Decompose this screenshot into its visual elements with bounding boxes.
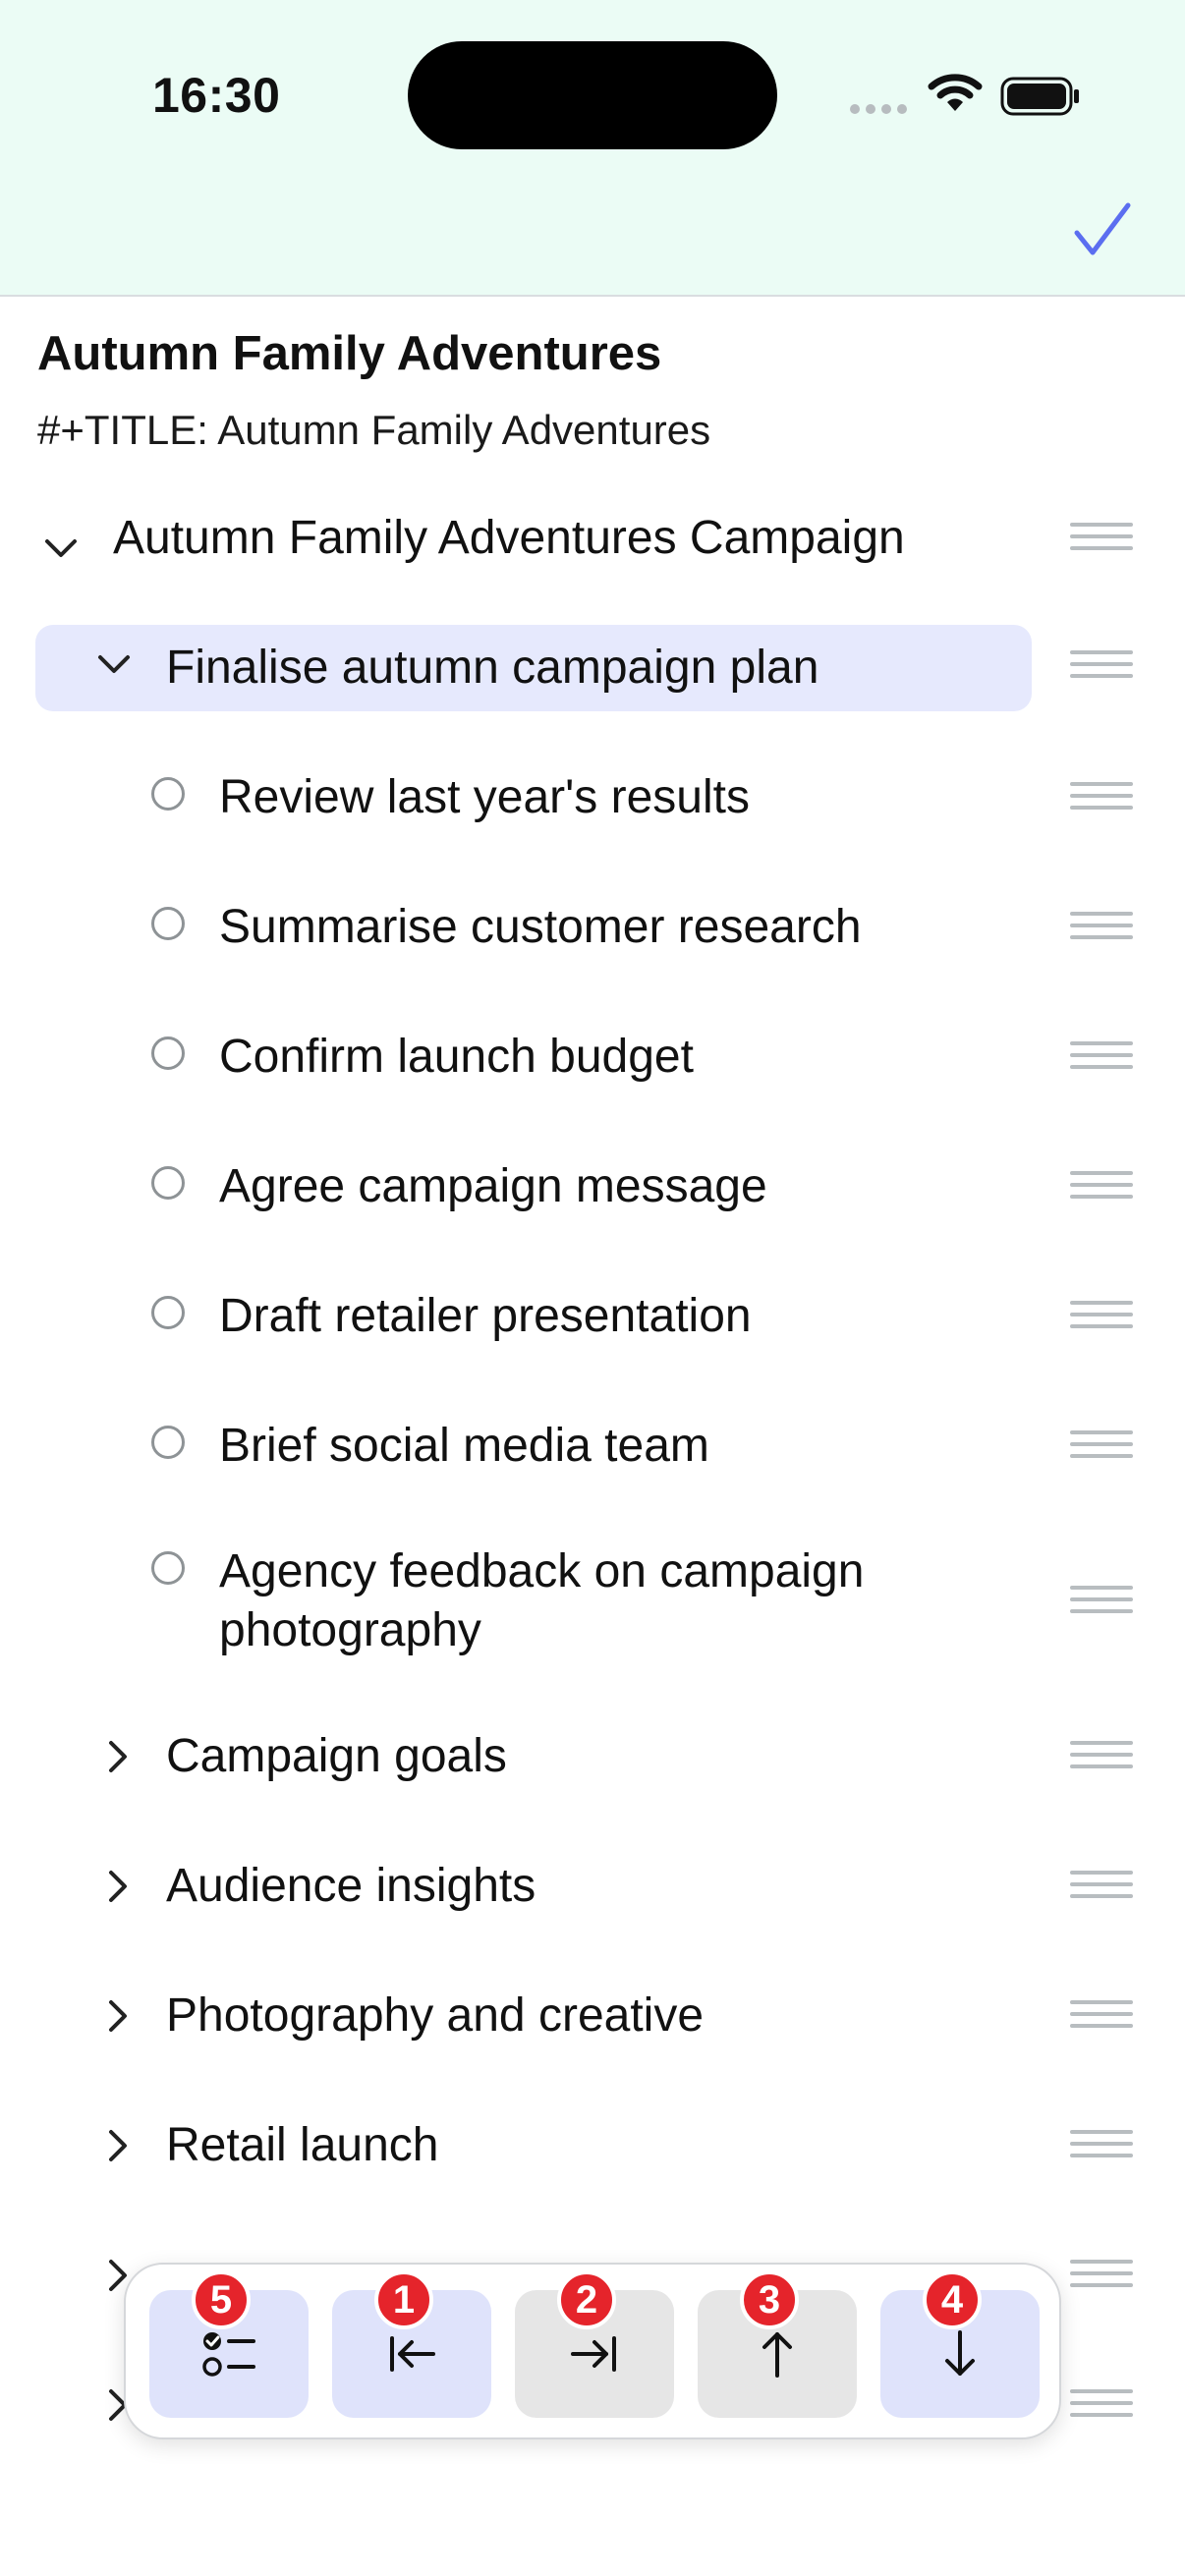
chevron-right-icon[interactable] xyxy=(98,1996,138,2036)
chevron-right-icon[interactable] xyxy=(98,2126,138,2165)
move-up-icon xyxy=(762,2332,792,2378)
outline-row[interactable]: Retail launch xyxy=(0,2116,1185,2175)
editing-toolbar: 5 1 2 3 4 xyxy=(124,2263,1061,2439)
todo-item-label: Agency feedback on campaign photography xyxy=(219,1545,865,1656)
toggle-checklist-button[interactable]: 5 xyxy=(149,2270,309,2418)
outline-row-label: Campaign goals xyxy=(166,1730,507,1782)
outdent-icon xyxy=(390,2336,435,2372)
drag-handle-icon[interactable] xyxy=(1070,1586,1133,1623)
todo-item-label: Confirm launch budget xyxy=(219,1031,694,1083)
drag-handle-icon[interactable] xyxy=(1070,1041,1133,1079)
checklist-icon xyxy=(202,2332,255,2377)
todo-item-label: Agree campaign message xyxy=(219,1160,767,1212)
todo-circle-icon[interactable] xyxy=(151,1426,185,1459)
todo-item[interactable]: Draft retailer presentation xyxy=(0,1287,1185,1346)
drag-handle-icon[interactable] xyxy=(1070,2000,1133,2038)
drag-handle-icon[interactable] xyxy=(1070,1301,1133,1338)
drag-handle-icon[interactable] xyxy=(1070,1171,1133,1208)
outline-row-label: Photography and creative xyxy=(166,1989,705,2042)
move-down-button[interactable]: 4 xyxy=(880,2270,1040,2418)
chevron-down-icon[interactable] xyxy=(41,529,81,568)
chevron-right-icon[interactable] xyxy=(98,1737,138,1776)
drag-handle-icon[interactable] xyxy=(1070,523,1133,560)
done-checkmark-icon[interactable] xyxy=(1071,199,1134,262)
outline-row-label: Autumn Family Adventures Campaign xyxy=(113,512,905,564)
drag-handle-icon[interactable] xyxy=(1070,782,1133,819)
indent-icon xyxy=(571,2336,616,2372)
shortcut-badge: 1 xyxy=(374,2270,433,2329)
todo-item-label: Review last year's results xyxy=(219,771,750,823)
drag-handle-icon[interactable] xyxy=(1070,650,1133,688)
todo-item[interactable]: Summarise customer research xyxy=(0,898,1185,957)
cellular-signal-icon xyxy=(850,104,907,114)
drag-handle-icon[interactable] xyxy=(1070,1871,1133,1908)
todo-circle-icon[interactable] xyxy=(151,1036,185,1070)
indent-button[interactable]: 2 xyxy=(515,2270,674,2418)
document-title: Autumn Family Adventures xyxy=(37,327,662,380)
drag-handle-icon[interactable] xyxy=(1070,1430,1133,1468)
todo-item-label: Brief social media team xyxy=(219,1420,709,1472)
outline-row-label: Audience insights xyxy=(166,1860,536,1912)
drag-handle-icon[interactable] xyxy=(1070,1741,1133,1778)
document-title-property[interactable]: #+TITLE: Autumn Family Adventures xyxy=(37,407,710,454)
outdent-button[interactable]: 1 xyxy=(332,2270,491,2418)
outline-row-selected[interactable]: Finalise autumn campaign plan xyxy=(0,625,1185,711)
todo-circle-icon[interactable] xyxy=(151,777,185,811)
chevron-right-icon[interactable] xyxy=(98,1867,138,1906)
todo-item-label: Summarise customer research xyxy=(219,901,862,953)
todo-circle-icon[interactable] xyxy=(151,1296,185,1329)
move-up-button[interactable]: 3 xyxy=(698,2270,857,2418)
status-time: 16:30 xyxy=(152,68,281,123)
drag-handle-icon[interactable] xyxy=(1070,912,1133,949)
drag-handle-icon[interactable] xyxy=(1070,2389,1133,2427)
move-down-icon xyxy=(945,2330,975,2376)
outline-row[interactable]: Campaign goals xyxy=(0,1727,1185,1786)
battery-icon xyxy=(1000,77,1079,116)
todo-item[interactable]: Confirm launch budget xyxy=(0,1028,1185,1087)
wifi-icon xyxy=(928,74,983,111)
shortcut-badge: 5 xyxy=(192,2270,251,2329)
todo-circle-icon[interactable] xyxy=(151,1551,185,1585)
drag-handle-icon[interactable] xyxy=(1070,2130,1133,2167)
todo-item[interactable]: Agency feedback on campaign photography xyxy=(0,1542,1185,1660)
chevron-down-icon[interactable] xyxy=(94,644,134,684)
shortcut-badge: 3 xyxy=(740,2270,799,2329)
shortcut-badge: 2 xyxy=(557,2270,616,2329)
drag-handle-icon[interactable] xyxy=(1070,2260,1133,2297)
shortcut-badge: 4 xyxy=(923,2270,982,2329)
todo-item[interactable]: Review last year's results xyxy=(0,768,1185,827)
outline-row[interactable]: Audience insights xyxy=(0,1857,1185,1916)
outline-row[interactable]: Autumn Family Adventures Campaign xyxy=(0,509,1185,595)
todo-item[interactable]: Agree campaign message xyxy=(0,1157,1185,1216)
header-bar: 16:30 xyxy=(0,0,1185,297)
todo-item-label: Draft retailer presentation xyxy=(219,1290,752,1342)
todo-circle-icon[interactable] xyxy=(151,1166,185,1200)
todo-item[interactable]: Brief social media team xyxy=(0,1417,1185,1476)
outline-row[interactable]: Photography and creative xyxy=(0,1987,1185,2045)
todo-circle-icon[interactable] xyxy=(151,907,185,940)
dynamic-island xyxy=(408,41,777,149)
outline-row-label: Finalise autumn campaign plan xyxy=(166,642,819,694)
outline-row-label: Retail launch xyxy=(166,2119,439,2171)
